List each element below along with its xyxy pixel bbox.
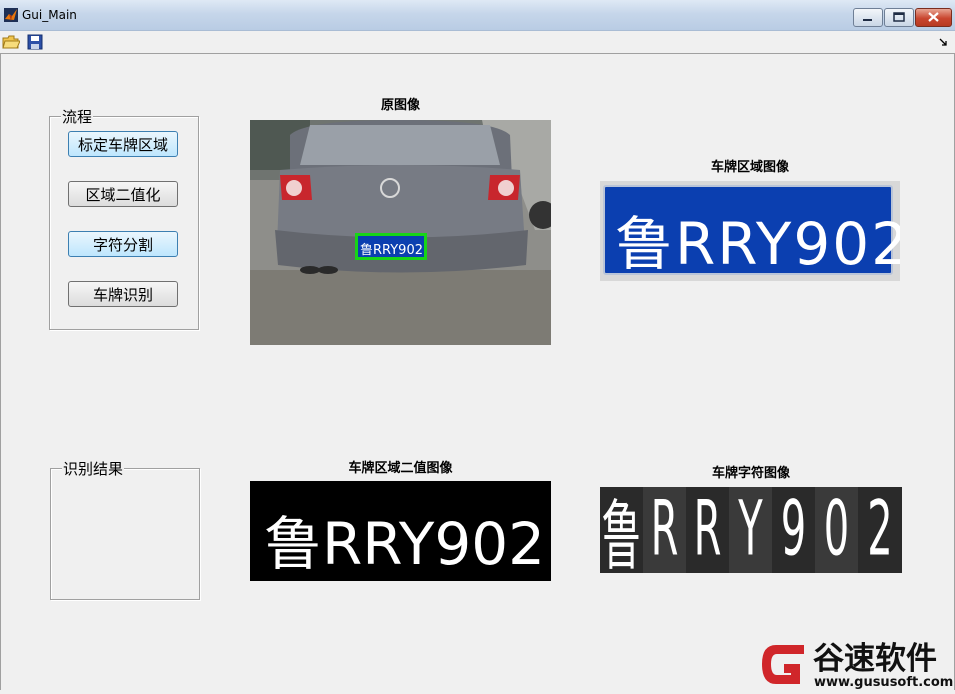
char-segment-button[interactable]: 字符分割 <box>68 231 178 257</box>
minimize-button[interactable] <box>853 8 883 27</box>
plate-region-title: 车牌区域图像 <box>710 160 789 175</box>
char-cell: 0 <box>815 487 858 573</box>
original-car-image: 鲁RRY902 <box>250 120 551 345</box>
gususoft-watermark: 谷速软件 www.gususoft.com <box>756 637 954 692</box>
char-glyph: 9 <box>780 487 807 573</box>
result-panel-title: 识别结果 <box>62 458 125 479</box>
plate-region-text: 鲁RRY902 <box>615 210 900 278</box>
plate-blue-background: 鲁RRY902 <box>603 185 900 278</box>
binary-plate-text: 鲁RRY902 <box>264 510 546 578</box>
char-cell: R <box>686 487 729 573</box>
characters-image: 鲁 R R Y 9 0 2 <box>600 487 902 573</box>
plate-region-image: 鲁RRY902 <box>600 181 900 281</box>
char-glyph: 0 <box>823 487 850 573</box>
binary-image-title: 车牌区域二值图像 <box>348 461 453 476</box>
char-cell: Y <box>729 487 772 573</box>
char-glyph: Y <box>738 487 763 573</box>
figure-toolbar <box>0 31 955 54</box>
char-strip: 鲁 R R Y 9 0 2 <box>600 487 902 573</box>
char-glyph: 2 <box>867 487 893 573</box>
result-panel <box>50 468 200 600</box>
detected-plate-box: 鲁RRY902 <box>355 233 427 260</box>
plate-recognize-button[interactable]: 车牌识别 <box>68 281 178 307</box>
char-cell: 2 <box>858 487 902 573</box>
characters-image-title: 车牌字符图像 <box>711 466 790 481</box>
binary-plate-image: 鲁RRY902 <box>250 481 551 581</box>
close-button[interactable] <box>915 8 952 27</box>
dock-arrow-icon[interactable] <box>938 37 948 47</box>
maximize-button[interactable] <box>884 8 914 27</box>
save-icon[interactable] <box>26 33 44 51</box>
window-titlebar: Gui_Main <box>0 0 955 31</box>
detected-plate-text: 鲁RRY902 <box>360 243 423 258</box>
char-glyph: R <box>693 487 722 573</box>
open-folder-icon[interactable] <box>2 33 20 51</box>
watermark-brand: 谷速软件 <box>813 641 937 677</box>
matlab-icon <box>4 8 18 22</box>
char-glyph: 鲁 <box>601 493 642 573</box>
original-image-title: 原图像 <box>380 98 420 113</box>
char-cell: 鲁 <box>600 487 643 573</box>
calibrate-plate-region-button[interactable]: 标定车牌区域 <box>68 131 178 157</box>
gususoft-logo-icon <box>762 645 804 684</box>
minimize-icon <box>863 19 872 21</box>
window-title: Gui_Main <box>22 8 77 22</box>
close-icon <box>928 12 939 22</box>
char-glyph: R <box>650 487 679 573</box>
watermark-url: www.gususoft.com <box>814 675 954 690</box>
process-panel-title: 流程 <box>61 106 94 127</box>
maximize-icon <box>893 12 905 22</box>
figure-canvas: 流程 标定车牌区域 区域二值化 字符分割 车牌识别 识别结果 原图像 鲁RRY9… <box>0 54 955 690</box>
char-cell: R <box>643 487 686 573</box>
region-binarize-button[interactable]: 区域二值化 <box>68 181 178 207</box>
char-cell: 9 <box>772 487 815 573</box>
